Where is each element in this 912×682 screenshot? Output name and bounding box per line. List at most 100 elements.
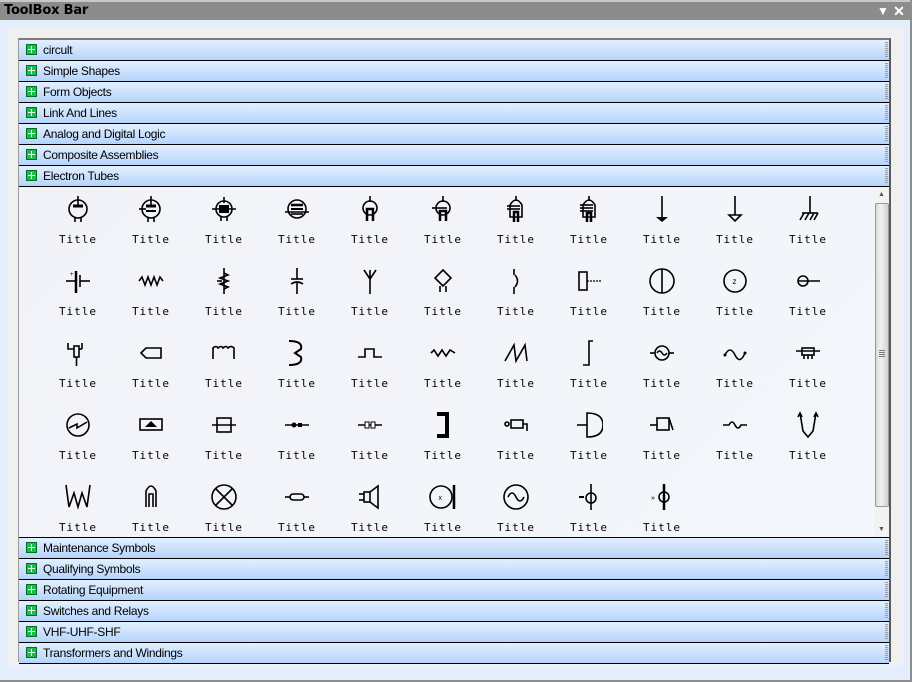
category-header-analog-and-digital-logic[interactable]: Analog and Digital Logic — [19, 124, 889, 145]
category-header-composite-assemblies[interactable]: Composite Assemblies — [19, 145, 889, 166]
symbol-item[interactable]: Title — [408, 337, 478, 397]
wave-dots-icon — [721, 339, 749, 367]
symbol-item[interactable]: Title — [554, 193, 624, 253]
symbol-item[interactable]: »Title — [627, 481, 697, 541]
symbol-item[interactable]: Title — [627, 193, 697, 253]
symbol-item[interactable]: Title — [481, 337, 551, 397]
category-header-transformers-and-windings[interactable]: Transformers and Windings — [19, 643, 889, 664]
symbol-item[interactable]: Title — [116, 265, 186, 325]
symbol-title: Title — [262, 305, 332, 318]
loop-line-icon — [721, 411, 749, 439]
symbol-item[interactable]: Title — [408, 409, 478, 469]
lamp-box-icon — [137, 411, 165, 439]
close-icon[interactable]: ✕ — [892, 3, 906, 19]
symbol-item[interactable]: Title — [481, 193, 551, 253]
symbol-item[interactable]: Title — [408, 265, 478, 325]
vertical-scrollbar[interactable]: ▲ ▼ — [874, 187, 889, 537]
chassis-ground-icon — [794, 195, 822, 223]
symbol-item[interactable]: Title — [627, 337, 697, 397]
symbol-item[interactable]: Title — [116, 481, 186, 541]
symbol-item[interactable]: Title — [43, 409, 113, 469]
dropdown-arrow-icon[interactable]: ▼ — [876, 3, 890, 19]
category-header-maintenance-symbols[interactable]: Maintenance Symbols — [19, 538, 889, 559]
symbol-item[interactable]: Title — [262, 337, 332, 397]
pentagon-plug-icon — [137, 339, 165, 367]
symbol-item[interactable]: Title — [481, 409, 551, 469]
resistor-icon — [137, 267, 165, 295]
symbol-item[interactable]: Title — [116, 193, 186, 253]
category-header-circult[interactable]: circult — [19, 40, 889, 61]
symbol-item[interactable]: Title — [554, 409, 624, 469]
symbol-title: Title — [481, 377, 551, 390]
symbol-title: Title — [408, 521, 478, 534]
symbol-title: Title — [189, 233, 259, 246]
category-header-vhf-uhf-shf[interactable]: VHF-UHF-SHF — [19, 622, 889, 643]
symbol-item[interactable]: Title — [189, 193, 259, 253]
symbol-item[interactable]: Title — [43, 481, 113, 541]
scroll-thumb[interactable] — [875, 203, 889, 507]
symbol-item[interactable]: Title — [481, 481, 551, 541]
symbol-item[interactable]: Title — [43, 337, 113, 397]
title-bar: ToolBox Bar ▼ ✕ — [0, 0, 910, 20]
symbol-item[interactable]: Title — [408, 193, 478, 253]
category-header-link-and-lines[interactable]: Link And Lines — [19, 103, 889, 124]
symbol-item[interactable]: Title — [773, 265, 843, 325]
symbol-item[interactable]: Title — [554, 265, 624, 325]
symbol-title: Title — [43, 377, 113, 390]
symbol-item[interactable]: Title — [773, 193, 843, 253]
symbol-item[interactable]: xTitle — [408, 481, 478, 541]
symbol-item[interactable]: Title — [116, 409, 186, 469]
cathode-ray-icon — [794, 267, 822, 295]
ac-source-icon — [648, 339, 676, 367]
symbol-item[interactable]: Title — [116, 337, 186, 397]
symbol-item[interactable]: zTitle — [700, 265, 770, 325]
symbol-item[interactable]: Title — [773, 409, 843, 469]
grip-icon — [885, 63, 888, 79]
symbol-item[interactable]: Title — [700, 337, 770, 397]
scroll-up-icon[interactable]: ▲ — [874, 187, 889, 202]
symbol-item[interactable]: Title — [262, 265, 332, 325]
symbol-item[interactable]: Title — [262, 409, 332, 469]
symbol-item[interactable]: Title — [627, 265, 697, 325]
scroll-down-icon[interactable]: ▼ — [874, 522, 889, 537]
circle-z-icon: z — [721, 267, 749, 295]
grip-icon — [885, 84, 888, 100]
symbol-item[interactable]: Title — [773, 337, 843, 397]
category-label: circult — [43, 43, 72, 57]
symbol-title: Title — [335, 305, 405, 318]
symbol-item[interactable]: Title — [189, 265, 259, 325]
symbol-item[interactable]: Title — [335, 193, 405, 253]
symbol-item[interactable]: Title — [189, 337, 259, 397]
symbol-item[interactable]: Title — [700, 193, 770, 253]
symbol-item[interactable]: +Title — [43, 265, 113, 325]
grip-icon — [885, 624, 888, 640]
symbol-item[interactable]: Title — [335, 481, 405, 541]
symbol-title: Title — [43, 521, 113, 534]
symbol-item[interactable]: Title — [262, 193, 332, 253]
category-header-switches-and-relays[interactable]: Switches and Relays — [19, 601, 889, 622]
category-header-electron-tubes[interactable]: Electron Tubes — [19, 166, 889, 187]
symbol-item[interactable]: Title — [700, 409, 770, 469]
symbol-item[interactable]: Title — [189, 481, 259, 541]
category-header-rotating-equipment[interactable]: Rotating Equipment — [19, 580, 889, 601]
symbol-title: Title — [481, 233, 551, 246]
symbol-item[interactable]: Title — [554, 337, 624, 397]
sine-wave-icon — [429, 339, 457, 367]
category-header-simple-shapes[interactable]: Simple Shapes — [19, 61, 889, 82]
symbol-item[interactable]: Title — [481, 265, 551, 325]
category-label: Maintenance Symbols — [43, 541, 155, 555]
symbol-item[interactable]: Title — [43, 193, 113, 253]
symbol-item[interactable]: Title — [554, 481, 624, 541]
category-header-form-objects[interactable]: Form Objects — [19, 82, 889, 103]
symbol-title: Title — [335, 377, 405, 390]
symbol-item[interactable]: Title — [335, 409, 405, 469]
fuse-icon — [283, 483, 311, 511]
symbol-item[interactable]: Title — [335, 265, 405, 325]
category-header-qualifying-symbols[interactable]: Qualifying Symbols — [19, 559, 889, 580]
symbol-item[interactable]: Title — [627, 409, 697, 469]
symbol-item[interactable]: Title — [262, 481, 332, 541]
category-expand-icon — [26, 86, 37, 97]
symbol-item[interactable]: Title — [189, 409, 259, 469]
symbol-item[interactable]: Title — [335, 337, 405, 397]
filament-w-icon — [64, 483, 92, 511]
